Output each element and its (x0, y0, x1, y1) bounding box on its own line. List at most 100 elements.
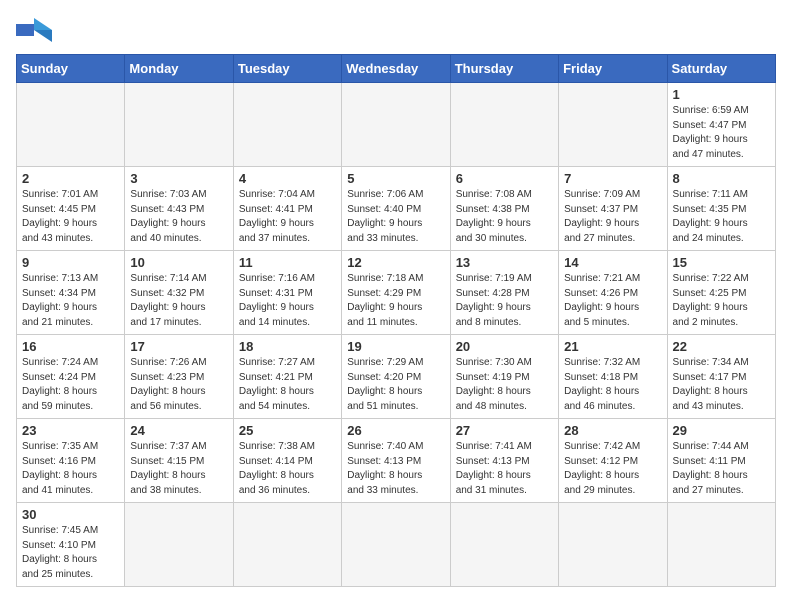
calendar-cell (342, 503, 450, 587)
day-info: Sunrise: 7:29 AM Sunset: 4:20 PM Dayligh… (347, 356, 444, 414)
day-number: 30 (22, 507, 119, 522)
day-info: Sunrise: 7:08 AM Sunset: 4:38 PM Dayligh… (456, 188, 553, 246)
calendar-cell: 5 Sunrise: 7:06 AM Sunset: 4:40 PM Daylig… (342, 167, 450, 251)
day-info: Sunrise: 7:19 AM Sunset: 4:28 PM Dayligh… (456, 272, 553, 330)
day-info: Sunrise: 7:18 AM Sunset: 4:29 PM Dayligh… (347, 272, 444, 330)
calendar-cell (559, 503, 667, 587)
calendar-cell (17, 83, 125, 167)
day-info: Sunrise: 7:04 AM Sunset: 4:41 PM Dayligh… (239, 188, 336, 246)
day-info: Sunrise: 7:14 AM Sunset: 4:32 PM Dayligh… (130, 272, 227, 330)
day-number: 27 (456, 423, 553, 438)
calendar-cell: 18 Sunrise: 7:27 AM Sunset: 4:21 PM Dayli… (233, 335, 341, 419)
day-info: Sunrise: 7:24 AM Sunset: 4:24 PM Dayligh… (22, 356, 119, 414)
day-info: Sunrise: 7:13 AM Sunset: 4:34 PM Dayligh… (22, 272, 119, 330)
day-number: 28 (564, 423, 661, 438)
day-info: Sunrise: 7:22 AM Sunset: 4:25 PM Dayligh… (673, 272, 770, 330)
calendar-cell (450, 83, 558, 167)
calendar-cell: 10 Sunrise: 7:14 AM Sunset: 4:32 PM Dayli… (125, 251, 233, 335)
calendar-cell: 15 Sunrise: 7:22 AM Sunset: 4:25 PM Dayli… (667, 251, 775, 335)
calendar-cell: 22 Sunrise: 7:34 AM Sunset: 4:17 PM Dayli… (667, 335, 775, 419)
day-number: 24 (130, 423, 227, 438)
day-info: Sunrise: 7:44 AM Sunset: 4:11 PM Dayligh… (673, 440, 770, 498)
day-number: 18 (239, 339, 336, 354)
day-number: 12 (347, 255, 444, 270)
calendar-cell: 9 Sunrise: 7:13 AM Sunset: 4:34 PM Daylig… (17, 251, 125, 335)
day-number: 1 (673, 87, 770, 102)
calendar-cell: 13 Sunrise: 7:19 AM Sunset: 4:28 PM Dayli… (450, 251, 558, 335)
calendar-cell: 29 Sunrise: 7:44 AM Sunset: 4:11 PM Dayli… (667, 419, 775, 503)
weekday-header-thursday: Thursday (450, 55, 558, 83)
day-number: 14 (564, 255, 661, 270)
day-number: 6 (456, 171, 553, 186)
calendar-cell: 8 Sunrise: 7:11 AM Sunset: 4:35 PM Daylig… (667, 167, 775, 251)
day-number: 25 (239, 423, 336, 438)
day-info: Sunrise: 7:35 AM Sunset: 4:16 PM Dayligh… (22, 440, 119, 498)
calendar-cell: 2 Sunrise: 7:01 AM Sunset: 4:45 PM Daylig… (17, 167, 125, 251)
day-info: Sunrise: 7:06 AM Sunset: 4:40 PM Dayligh… (347, 188, 444, 246)
day-info: Sunrise: 7:26 AM Sunset: 4:23 PM Dayligh… (130, 356, 227, 414)
day-info: Sunrise: 7:41 AM Sunset: 4:13 PM Dayligh… (456, 440, 553, 498)
logo-icon (16, 16, 52, 44)
day-number: 20 (456, 339, 553, 354)
calendar: SundayMondayTuesdayWednesdayThursdayFrid… (16, 54, 776, 587)
weekday-header-friday: Friday (559, 55, 667, 83)
calendar-cell: 6 Sunrise: 7:08 AM Sunset: 4:38 PM Daylig… (450, 167, 558, 251)
calendar-cell (342, 83, 450, 167)
day-number: 15 (673, 255, 770, 270)
day-number: 10 (130, 255, 227, 270)
day-info: Sunrise: 6:59 AM Sunset: 4:47 PM Dayligh… (673, 104, 770, 162)
calendar-cell: 23 Sunrise: 7:35 AM Sunset: 4:16 PM Dayli… (17, 419, 125, 503)
day-number: 2 (22, 171, 119, 186)
day-number: 29 (673, 423, 770, 438)
day-number: 19 (347, 339, 444, 354)
weekday-header-sunday: Sunday (17, 55, 125, 83)
weekday-header-monday: Monday (125, 55, 233, 83)
day-number: 9 (22, 255, 119, 270)
calendar-cell: 16 Sunrise: 7:24 AM Sunset: 4:24 PM Dayli… (17, 335, 125, 419)
calendar-cell (233, 83, 341, 167)
weekday-header-saturday: Saturday (667, 55, 775, 83)
page-header (16, 16, 776, 44)
day-info: Sunrise: 7:27 AM Sunset: 4:21 PM Dayligh… (239, 356, 336, 414)
day-info: Sunrise: 7:11 AM Sunset: 4:35 PM Dayligh… (673, 188, 770, 246)
day-number: 22 (673, 339, 770, 354)
day-info: Sunrise: 7:01 AM Sunset: 4:45 PM Dayligh… (22, 188, 119, 246)
calendar-cell: 11Sunrise: 7:16 AM Sunset: 4:31 PM Dayli… (233, 251, 341, 335)
calendar-cell (450, 503, 558, 587)
day-number: 17 (130, 339, 227, 354)
day-info: Sunrise: 7:09 AM Sunset: 4:37 PM Dayligh… (564, 188, 661, 246)
day-info: Sunrise: 7:34 AM Sunset: 4:17 PM Dayligh… (673, 356, 770, 414)
day-number: 4 (239, 171, 336, 186)
day-info: Sunrise: 7:37 AM Sunset: 4:15 PM Dayligh… (130, 440, 227, 498)
day-number: 8 (673, 171, 770, 186)
calendar-cell (125, 503, 233, 587)
calendar-cell (559, 83, 667, 167)
day-number: 21 (564, 339, 661, 354)
day-info: Sunrise: 7:30 AM Sunset: 4:19 PM Dayligh… (456, 356, 553, 414)
day-info: Sunrise: 7:40 AM Sunset: 4:13 PM Dayligh… (347, 440, 444, 498)
calendar-cell: 1 Sunrise: 6:59 AM Sunset: 4:47 PM Daylig… (667, 83, 775, 167)
day-number: 5 (347, 171, 444, 186)
calendar-cell (667, 503, 775, 587)
calendar-cell: 26 Sunrise: 7:40 AM Sunset: 4:13 PM Dayli… (342, 419, 450, 503)
weekday-header-wednesday: Wednesday (342, 55, 450, 83)
calendar-cell: 7 Sunrise: 7:09 AM Sunset: 4:37 PM Daylig… (559, 167, 667, 251)
calendar-cell: 27 Sunrise: 7:41 AM Sunset: 4:13 PM Dayli… (450, 419, 558, 503)
day-number: 26 (347, 423, 444, 438)
day-info: Sunrise: 7:32 AM Sunset: 4:18 PM Dayligh… (564, 356, 661, 414)
day-number: 3 (130, 171, 227, 186)
day-number: 13 (456, 255, 553, 270)
day-number: 23 (22, 423, 119, 438)
calendar-cell: 12 Sunrise: 7:18 AM Sunset: 4:29 PM Dayli… (342, 251, 450, 335)
calendar-cell: 30Sunrise: 7:45 AM Sunset: 4:10 PM Dayli… (17, 503, 125, 587)
day-number: 16 (22, 339, 119, 354)
day-info: Sunrise: 7:03 AM Sunset: 4:43 PM Dayligh… (130, 188, 227, 246)
day-info: Sunrise: 7:42 AM Sunset: 4:12 PM Dayligh… (564, 440, 661, 498)
calendar-cell: 24 Sunrise: 7:37 AM Sunset: 4:15 PM Dayli… (125, 419, 233, 503)
calendar-cell: 28 Sunrise: 7:42 AM Sunset: 4:12 PM Dayli… (559, 419, 667, 503)
calendar-cell: 4 Sunrise: 7:04 AM Sunset: 4:41 PM Daylig… (233, 167, 341, 251)
calendar-cell: 21 Sunrise: 7:32 AM Sunset: 4:18 PM Dayli… (559, 335, 667, 419)
calendar-cell (125, 83, 233, 167)
calendar-cell: 3 Sunrise: 7:03 AM Sunset: 4:43 PM Daylig… (125, 167, 233, 251)
day-number: 7 (564, 171, 661, 186)
